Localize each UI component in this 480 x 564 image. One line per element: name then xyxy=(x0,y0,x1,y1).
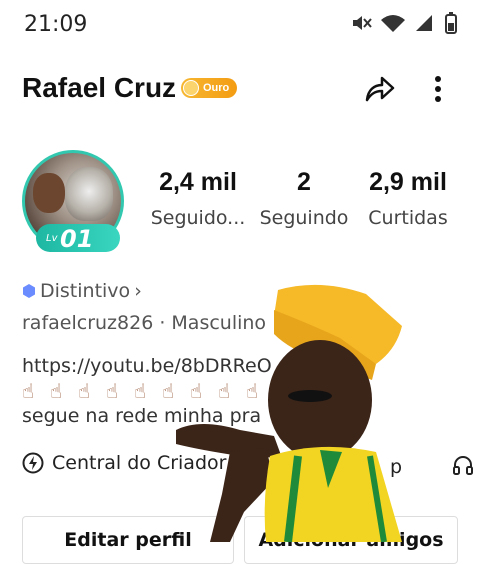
sticker-overlay xyxy=(176,284,402,542)
gold-badge[interactable]: Ouro xyxy=(181,78,238,98)
pointing-up-icon: ☝ xyxy=(50,379,63,403)
pointing-up-icon: ☝ xyxy=(78,379,91,403)
pointing-up-icon: ☝ xyxy=(106,379,119,403)
status-time: 21:09 xyxy=(24,12,88,37)
stat-likes[interactable]: 2,9 mil Curtidas xyxy=(360,168,456,229)
chevron-right-icon: › xyxy=(134,280,142,302)
level-number: 01 xyxy=(60,225,94,253)
distintivo-label: Distintivo xyxy=(40,280,131,302)
mute-icon xyxy=(353,16,372,30)
profile-header: Rafael Cruz Ouro xyxy=(0,64,480,112)
distintivo-link[interactable]: Distintivo › xyxy=(22,280,142,302)
following-count: 2 xyxy=(297,168,311,196)
badge-label: Ouro xyxy=(203,82,230,94)
lightning-icon xyxy=(22,452,44,474)
wifi-icon xyxy=(381,15,405,32)
following-label: Seguindo xyxy=(259,207,349,229)
followers-label: Seguido... xyxy=(150,207,246,229)
hexagon-badge-icon xyxy=(23,284,35,298)
profile-name: Rafael Cruz xyxy=(22,72,177,103)
battery-icon xyxy=(445,12,457,34)
level-badge: Lv 01 xyxy=(36,224,120,253)
pointing-up-icon: ☝ xyxy=(134,379,147,403)
share-icon[interactable] xyxy=(362,72,396,106)
level-prefix: Lv xyxy=(46,233,58,244)
medal-icon xyxy=(183,80,199,96)
likes-count: 2,9 mil xyxy=(369,168,447,196)
followers-count: 2,4 mil xyxy=(159,168,237,196)
signal-icon xyxy=(416,15,432,31)
headphones-icon[interactable] xyxy=(452,454,474,476)
pointing-up-icon: ☝ xyxy=(22,379,35,403)
status-icons xyxy=(350,12,458,34)
status-bar: 21:09 xyxy=(0,0,480,52)
stat-following[interactable]: 2 Seguindo xyxy=(254,168,354,229)
stat-followers[interactable]: 2,4 mil Seguido... xyxy=(146,168,250,229)
more-options-icon[interactable] xyxy=(426,72,450,106)
likes-label: Curtidas xyxy=(368,207,448,229)
